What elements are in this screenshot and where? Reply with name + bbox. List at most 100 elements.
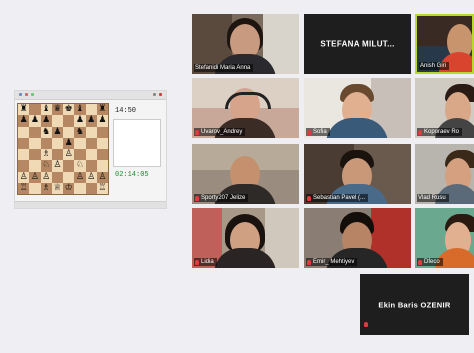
video-tile[interactable]: Koporaev Ro xyxy=(415,78,474,138)
board-square: ♜ xyxy=(18,104,30,116)
board-square xyxy=(96,126,108,138)
participant-name-label: Koporaev Ro xyxy=(417,128,463,136)
board-square xyxy=(18,126,30,138)
participant-name-placeholder: Ekin Baris OZENIR xyxy=(378,300,451,309)
video-tile[interactable]: Lidia xyxy=(192,208,299,268)
board-square xyxy=(18,160,30,172)
board-square xyxy=(85,137,97,149)
mic-muted-icon xyxy=(195,129,199,135)
board-square xyxy=(51,171,63,183)
board-square: ♚ xyxy=(63,104,75,116)
board-square: ♛ xyxy=(51,104,63,116)
mic-muted-icon xyxy=(195,195,199,201)
app-toolbar xyxy=(15,91,166,100)
board-square xyxy=(63,115,75,127)
board-square xyxy=(74,182,86,194)
board-square xyxy=(29,182,41,194)
mic-muted-icon xyxy=(418,259,422,265)
board-square: ♜ xyxy=(96,104,108,116)
board-square xyxy=(29,160,41,172)
board-square xyxy=(96,149,108,161)
board-square: ♟ xyxy=(40,115,52,127)
board-square xyxy=(29,149,41,161)
video-tile[interactable]: Dfeco xyxy=(415,208,474,268)
board-square xyxy=(96,160,108,172)
participant-name-label: Stefanidi Maria Anna xyxy=(194,64,254,72)
board-square: ♟ xyxy=(96,115,108,127)
mic-muted-icon xyxy=(364,314,368,332)
board-square: ♙ xyxy=(74,171,86,183)
board-square: ♟ xyxy=(74,115,86,127)
headphones-icon xyxy=(225,92,271,109)
video-tile[interactable]: Ekin Baris OZENIR xyxy=(360,274,469,335)
board-square: ♙ xyxy=(40,171,52,183)
board-square: ♝ xyxy=(74,104,86,116)
board-square xyxy=(85,182,97,194)
participant-name-label: Vlad Rusu xyxy=(417,194,449,202)
board-square: ♖ xyxy=(18,182,30,194)
board-square xyxy=(51,137,63,149)
board-square: ♙ xyxy=(18,171,30,183)
video-tile[interactable]: Stefanidi Maria Anna xyxy=(192,14,299,74)
board-square: ♙ xyxy=(29,171,41,183)
board-square xyxy=(85,160,97,172)
board-square: ♝ xyxy=(40,104,52,116)
board-square: ♙ xyxy=(85,171,97,183)
video-tile[interactable]: Sebastian Pavel (... xyxy=(304,144,411,204)
board-square xyxy=(29,137,41,149)
participant-name-label: Lidia xyxy=(194,258,217,266)
mic-muted-icon xyxy=(307,195,311,201)
board-square xyxy=(74,137,86,149)
board-square xyxy=(85,149,97,161)
board-square xyxy=(85,126,97,138)
board-square: ♖ xyxy=(96,182,108,194)
board-square: ♟ xyxy=(18,115,30,127)
board-square: ♟ xyxy=(63,137,75,149)
video-tile[interactable]: STEFANA MILUT... xyxy=(304,14,411,74)
board-square xyxy=(40,137,52,149)
participant-name-label: Sporty207 Jelize xyxy=(194,194,249,202)
video-tile[interactable]: Emir_ Mehtiyev xyxy=(304,208,411,268)
board-square xyxy=(51,115,63,127)
video-tile[interactable]: Vlad Rusu xyxy=(415,144,474,204)
board-square xyxy=(63,126,75,138)
board-square xyxy=(96,137,108,149)
mic-muted-icon xyxy=(418,129,422,135)
mic-muted-icon xyxy=(195,259,199,265)
mic-muted-icon xyxy=(307,129,311,135)
board-square: ♙ xyxy=(96,171,108,183)
board-square: ♘ xyxy=(40,160,52,172)
shared-screen-thumbnail[interactable]: ♜ ♝ ♛ ♚ ♝ ♜ ♟ ♟ ♟ ♟ ♟ ♟ ♞ ♟ ♞ ♟ ♗ ♙ ♘ ♙ ♘ ♙ ♙ ♙ ♙ ♙ ♙ ♖ ♗ ♕ ♔ ♖ 14:50 0… xyxy=(14,90,167,209)
board-square: ♞ xyxy=(40,126,52,138)
board-square: ♗ xyxy=(40,182,52,194)
board-square: ♙ xyxy=(63,149,75,161)
board-square xyxy=(85,104,97,116)
board-square xyxy=(18,149,30,161)
board-square: ♟ xyxy=(29,115,41,127)
board-square: ♔ xyxy=(63,182,75,194)
clock-bottom: 02:14:05 xyxy=(115,171,149,179)
board-square: ♟ xyxy=(51,126,63,138)
video-tile[interactable]: Sporty207 Jelize xyxy=(192,144,299,204)
board-square: ♗ xyxy=(40,149,52,161)
board-square: ♙ xyxy=(51,160,63,172)
board-square xyxy=(63,160,75,172)
video-tile-active-speaker[interactable]: Anish Giri xyxy=(415,14,474,74)
participant-name-label: Sebastian Pavel (... xyxy=(306,194,369,202)
video-tile[interactable]: Sofia xyxy=(304,78,411,138)
board-square: ♟ xyxy=(85,115,97,127)
participant-name-placeholder: STEFANA MILUT... xyxy=(320,39,395,49)
board-square xyxy=(63,171,75,183)
board-square: ♞ xyxy=(74,126,86,138)
status-bar xyxy=(15,201,166,208)
mic-muted-icon xyxy=(307,259,311,265)
video-tile[interactable]: Uvarov_Andrey xyxy=(192,78,299,138)
board-square xyxy=(18,137,30,149)
participant-name-label: Emir_ Mehtiyev xyxy=(306,258,358,266)
board-square: ♕ xyxy=(51,182,63,194)
participant-name-label: Anish Giri xyxy=(419,62,450,70)
board-square: ♘ xyxy=(74,160,86,172)
board-square xyxy=(74,149,86,161)
board-square xyxy=(29,104,41,116)
chess-board: ♜ ♝ ♛ ♚ ♝ ♜ ♟ ♟ ♟ ♟ ♟ ♟ ♞ ♟ ♞ ♟ ♗ ♙ ♘ ♙ ♘ ♙ ♙ ♙ ♙ ♙ ♙ ♖ ♗ ♕ ♔ ♖ xyxy=(17,103,109,195)
